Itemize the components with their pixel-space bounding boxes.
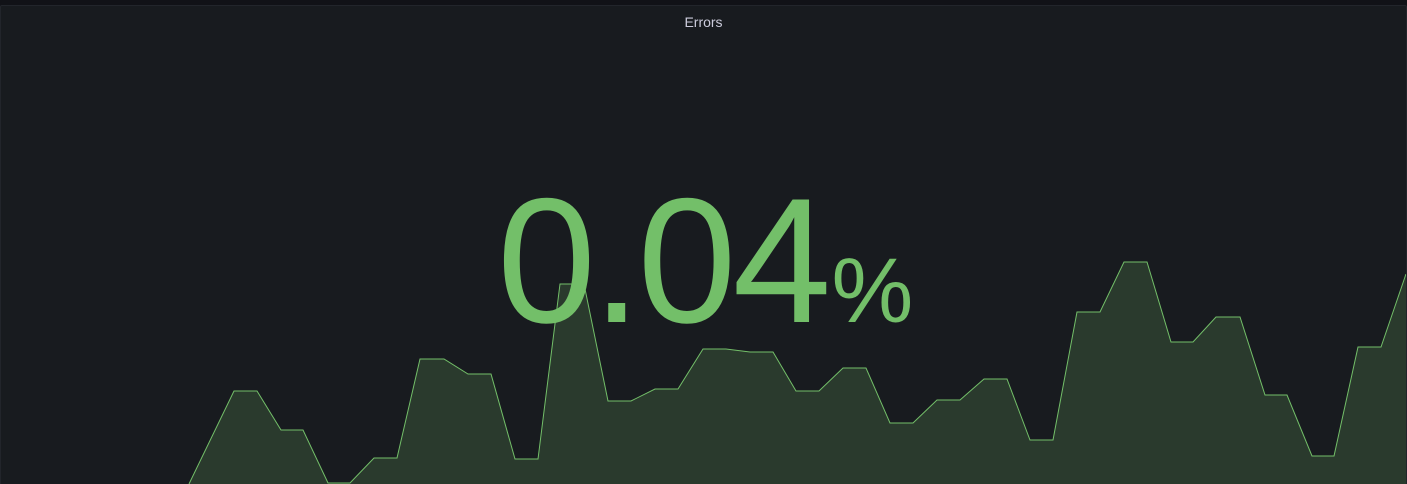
stat-panel[interactable]: Errors 0.04 %: [0, 5, 1407, 484]
stat-unit: %: [831, 240, 914, 342]
stat-number: 0.04: [497, 161, 831, 360]
panel-title[interactable]: Errors: [1, 14, 1406, 30]
stat-value: 0.04 %: [497, 161, 914, 360]
